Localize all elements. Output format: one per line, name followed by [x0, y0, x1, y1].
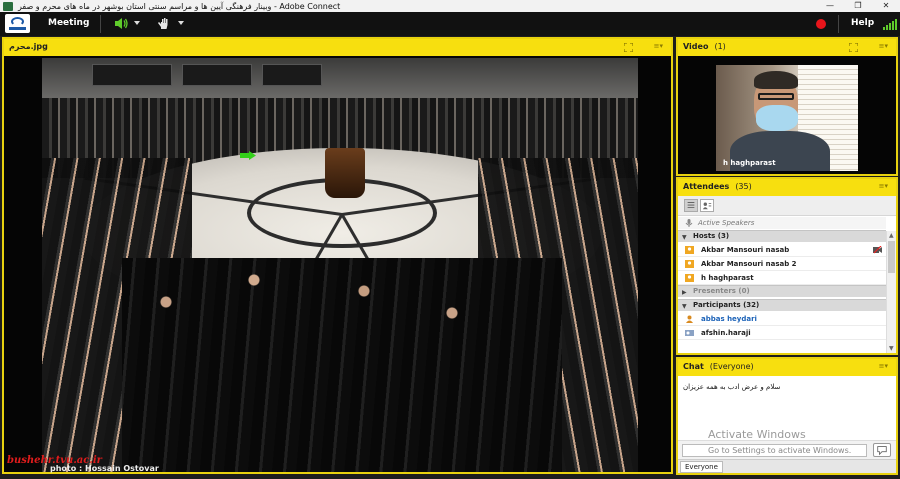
webcam-person-mask [756, 105, 798, 131]
active-speakers-label: Active Speakers [698, 219, 755, 227]
video-pod: Video (1) ≡▾ h haghparast [676, 37, 898, 176]
attendee-name: h haghparast [701, 274, 754, 282]
chat-input-row: Go to Settings to activate Windows. [678, 440, 896, 459]
video-pod-label: Video [683, 42, 709, 51]
attendee-row[interactable]: Akbar Mansouri nasab 2 [678, 257, 886, 271]
attendee-row[interactable]: Akbar Mansouri nasab [678, 243, 886, 257]
scroll-down-icon[interactable]: ▼ [889, 345, 894, 352]
tab-everyone[interactable]: Everyone [680, 461, 723, 473]
microphone-icon [685, 219, 693, 227]
share-pod-header: محرم.jpg ≡▾ [4, 39, 671, 56]
hosts-section-header[interactable]: ▼ Hosts (3) [678, 230, 886, 242]
status-view-icon[interactable] [700, 199, 714, 212]
photo-center-stand [325, 148, 365, 198]
close-button[interactable]: ✕ [872, 0, 900, 12]
help-menu[interactable]: Help [851, 18, 874, 28]
participant-icon [686, 315, 693, 323]
share-pod: محرم.jpg ≡▾ bushehr.tvu.ac.ir photo: Ho… [2, 37, 673, 474]
pod-options-icon[interactable]: ≡▾ [879, 182, 888, 190]
active-speakers-row: Active Speakers [678, 217, 886, 229]
minimize-button[interactable]: — [816, 0, 844, 12]
hosts-section-label: Hosts (3) [693, 232, 730, 240]
webcam-person-hair [754, 71, 798, 89]
speaker-dropdown-icon[interactable] [134, 21, 140, 25]
host-icon [685, 260, 694, 268]
attendee-name: abbas heydari [701, 315, 757, 323]
attendees-toolbar [678, 196, 896, 216]
chat-pod-label: Chat [683, 362, 704, 371]
connect-menubar: Meeting Help [0, 12, 900, 36]
menu-separator [100, 15, 101, 33]
meeting-menu[interactable]: Meeting [48, 18, 89, 28]
chat-pod-title: Chat (Everyone) [683, 362, 754, 371]
speaker-icon[interactable] [114, 17, 128, 30]
attendee-name: Akbar Mansouri nasab 2 [701, 260, 797, 268]
scroll-up-icon[interactable]: ▲ [889, 232, 894, 239]
status-dropdown-icon[interactable] [178, 21, 184, 25]
adobe-connect-window: وبینار فرهنگی آیین ها و مراسم سنتی استان… [0, 0, 900, 479]
window-title: وبینار فرهنگی آیین ها و مراسم سنتی استان… [18, 1, 341, 11]
send-message-icon[interactable] [873, 443, 891, 457]
presenters-section-label: Presenters (0) [693, 287, 750, 295]
pod-options-icon[interactable]: ≡▾ [879, 362, 888, 370]
host-icon [685, 274, 694, 282]
attendee-count: (35) [735, 182, 752, 191]
attendee-name: afshin.haraji [701, 329, 751, 337]
attendees-pod-label: Attendees [683, 182, 730, 191]
collapse-icon: ▼ [682, 234, 687, 241]
presenters-section-header[interactable]: ▶ Presenters (0) [678, 285, 886, 297]
university-logo-icon [5, 14, 30, 33]
attendees-scrollbar[interactable]: ▲ ▼ [886, 231, 896, 353]
fullscreen-icon[interactable] [624, 43, 633, 52]
photo-banner [262, 64, 322, 86]
connection-signal-icon [883, 18, 897, 30]
attendee-name: Akbar Mansouri nasab [701, 246, 790, 254]
raise-hand-icon[interactable] [157, 17, 171, 30]
participant-icon [685, 330, 694, 336]
photo-credit: photo : Hossain Ostovar [50, 464, 159, 473]
fullscreen-icon[interactable] [849, 43, 858, 52]
chat-tabs: Everyone [678, 459, 896, 473]
chat-scope: (Everyone) [709, 362, 754, 371]
expand-icon: ▶ [682, 289, 687, 296]
window-titlebar: وبینار فرهنگی آیین ها و مراسم سنتی استان… [0, 0, 900, 12]
participants-section-label: Participants (32) [693, 301, 760, 309]
list-view-icon[interactable] [684, 199, 698, 212]
participants-section-header[interactable]: ▼ Participants (32) [678, 299, 886, 311]
host-icon [685, 246, 694, 254]
chat-input[interactable]: Go to Settings to activate Windows. [682, 444, 867, 457]
menu-separator [838, 15, 839, 33]
chat-messages: سلام و عرض ادب به همه عزیزان Activate Wi… [678, 376, 896, 441]
webcam-person-glasses [758, 93, 794, 100]
chat-message: سلام و عرض ادب به همه عزیزان [683, 383, 781, 391]
chat-pod: Chat (Everyone) ≡▾ سلام و عرض ادب به همه … [676, 357, 898, 475]
webcam-feed[interactable] [716, 65, 858, 171]
webcam-status-icon [873, 246, 882, 254]
pod-options-icon[interactable]: ≡▾ [879, 42, 888, 50]
restore-button[interactable]: ❐ [844, 0, 872, 12]
chat-pod-header: Chat (Everyone) ≡▾ [678, 359, 896, 376]
recording-icon[interactable] [816, 19, 826, 29]
attendee-row[interactable]: afshin.haraji [678, 326, 886, 340]
photo-banner [182, 64, 252, 86]
shared-photo [42, 58, 638, 472]
photo-crowd-front [122, 258, 562, 472]
app-icon [3, 1, 13, 11]
attendee-row[interactable]: h haghparast [678, 271, 886, 285]
attendees-pod: Attendees (35) ≡▾ Active Speakers ▼ Hosts… [676, 177, 898, 355]
collapse-icon: ▼ [682, 303, 687, 310]
attendee-row[interactable]: abbas heydari [678, 312, 886, 326]
video-pod-header: Video (1) ≡▾ [678, 39, 896, 56]
attendees-pod-header: Attendees (35) ≡▾ [678, 179, 896, 196]
scroll-thumb[interactable] [888, 241, 895, 273]
window-controls: — ❐ ✕ [816, 0, 900, 12]
video-pod-title: Video (1) [683, 42, 726, 51]
video-count: (1) [714, 42, 726, 51]
photo-banner [92, 64, 172, 86]
pod-options-icon[interactable]: ≡▾ [654, 42, 663, 50]
green-arrow-icon [240, 151, 256, 160]
share-pod-title: محرم.jpg [9, 42, 48, 51]
attendees-pod-title: Attendees (35) [683, 182, 752, 191]
camera-owner-name: h haghparast [723, 159, 776, 167]
